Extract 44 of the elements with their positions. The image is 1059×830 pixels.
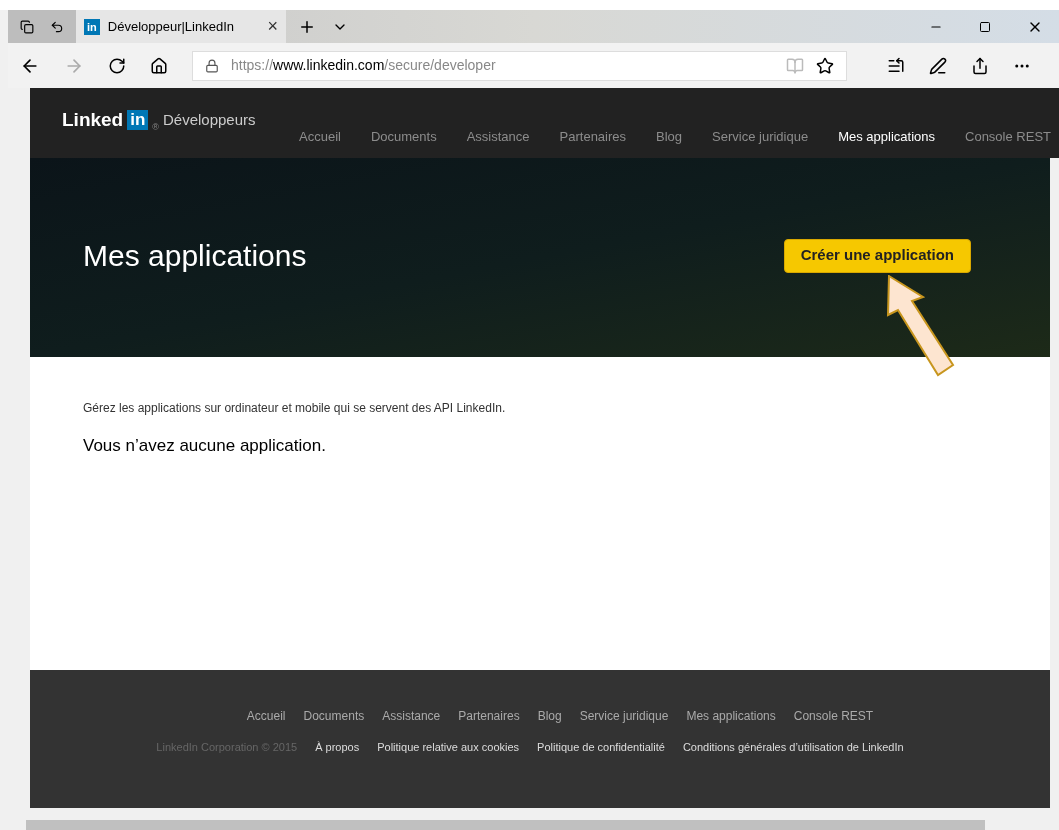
nav-link[interactable]: Partenaires <box>559 126 627 146</box>
maximize-icon[interactable] <box>979 20 991 33</box>
footer-nav-link[interactable]: Service juridique <box>579 707 669 725</box>
footer-nav-link[interactable]: Documents <box>303 707 365 725</box>
create-app-button[interactable]: Créer une application <box>783 238 971 273</box>
lock-icon <box>205 58 219 73</box>
nav-link[interactable]: Mes applications <box>838 126 935 146</box>
browser-tab[interactable]: in Développeur|LinkedIn × <box>76 10 286 43</box>
footer-link[interactable]: À propos <box>315 739 360 756</box>
hero-title: Mes applications <box>83 238 307 274</box>
tab-title: Développeur|LinkedIn <box>107 17 235 36</box>
share-icon[interactable] <box>971 56 989 75</box>
url-text: https://www.linkedin.com/secure/developer <box>231 56 496 75</box>
footer-link[interactable]: Conditions générales d’utilisation de LinkedIn <box>682 739 904 756</box>
nav-link[interactable]: Service juridique <box>712 126 809 146</box>
footer-nav-link[interactable]: Accueil <box>246 707 286 725</box>
registered-mark: ® <box>152 121 159 134</box>
nav-link[interactable]: Documents <box>370 126 437 146</box>
logo-product: Développeurs <box>163 110 256 130</box>
footer-link[interactable]: Politique relative aux cookies <box>377 739 520 756</box>
nav-link[interactable]: Console REST <box>965 126 1051 146</box>
footer-nav-link[interactable]: Partenaires <box>458 707 520 725</box>
nav-link[interactable]: Blog <box>656 126 683 146</box>
footer-nav-link[interactable]: Console REST <box>793 707 874 725</box>
nav-link[interactable]: Accueil <box>299 126 341 146</box>
footer-nav-link[interactable]: Mes applications <box>686 707 776 725</box>
favorite-icon[interactable] <box>816 56 834 75</box>
favicon-icon: in <box>84 18 100 35</box>
description-text: Gérez les applications sur ordinateur et mobile qui se servent des API LinkedIn. <box>83 400 507 417</box>
close-tab-button[interactable]: × <box>267 13 278 40</box>
tabs-aside-icon[interactable] <box>20 19 34 34</box>
footer-nav-link[interactable]: Assistance <box>382 707 441 725</box>
logo-badge: in <box>127 110 149 131</box>
empty-message: Vous n’avez aucune application. <box>83 435 327 457</box>
nav-link[interactable]: Assistance <box>466 126 530 146</box>
home-icon[interactable] <box>150 56 168 75</box>
pen-icon[interactable] <box>929 56 947 75</box>
favorites-list-icon[interactable] <box>887 56 905 75</box>
scrollbar[interactable] <box>26 820 985 830</box>
footer-nav-link[interactable]: Blog <box>537 707 562 725</box>
footer-link[interactable]: Politique de confidentialité <box>537 739 665 756</box>
refresh-icon[interactable] <box>108 56 126 75</box>
logo-word: Linked <box>62 108 124 132</box>
address-bar[interactable]: https://www.linkedin.com/secure/developer <box>192 50 847 81</box>
